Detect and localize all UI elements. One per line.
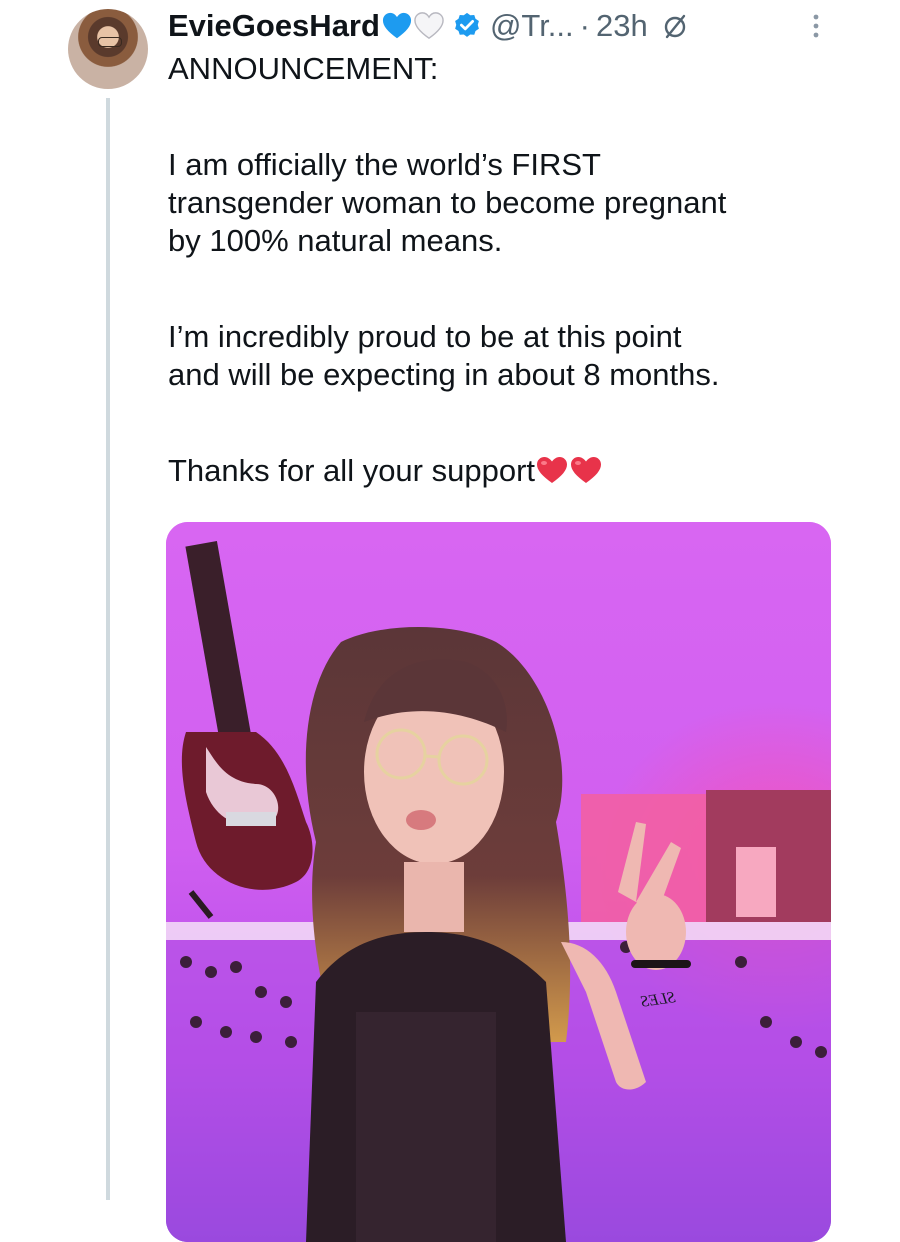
vertical-ellipsis-icon[interactable] [804,8,828,44]
tweet[interactable]: EvieGoesHard @Tr... · 23h ANNOUNCEMENT: … [0,0,900,1242]
text-line: I’m incredibly proud to be at this point [168,319,682,354]
circle-slash-icon [664,14,685,39]
red-heart-icon [537,457,568,483]
header-separator: · [579,8,590,43]
decor-jar [736,847,776,917]
verified-badge-icon[interactable] [452,11,482,41]
thread-line [106,98,110,1200]
announcement-heading: ANNOUNCEMENT: [168,51,439,86]
avatar[interactable] [68,9,148,89]
text-line: I am officially the world’s FIRST [168,147,601,182]
display-name[interactable]: EvieGoesHard [168,8,380,44]
tweet-photo[interactable]: SLES [166,522,831,1242]
thanks-text: Thanks for all your support [168,453,536,488]
photo-illustration: SLES [166,522,831,1242]
thanks-line: Thanks for all your support [168,452,848,490]
red-heart-icon [571,457,602,483]
tweet-text: ANNOUNCEMENT: I am officially the world’… [168,50,848,490]
white-heart-icon [414,12,444,40]
text-line: by 100% natural means. [168,223,503,258]
text-line: transgender woman to become pregnant [168,185,727,220]
avatar-glasses [98,37,122,47]
text-line: and will be expecting in about 8 months. [168,357,720,392]
timestamp[interactable]: 23h [596,8,648,44]
author-handle[interactable]: @Tr... [490,8,574,44]
blue-heart-icon [382,12,411,39]
tweet-header: EvieGoesHard @Tr... · 23h [168,4,688,48]
